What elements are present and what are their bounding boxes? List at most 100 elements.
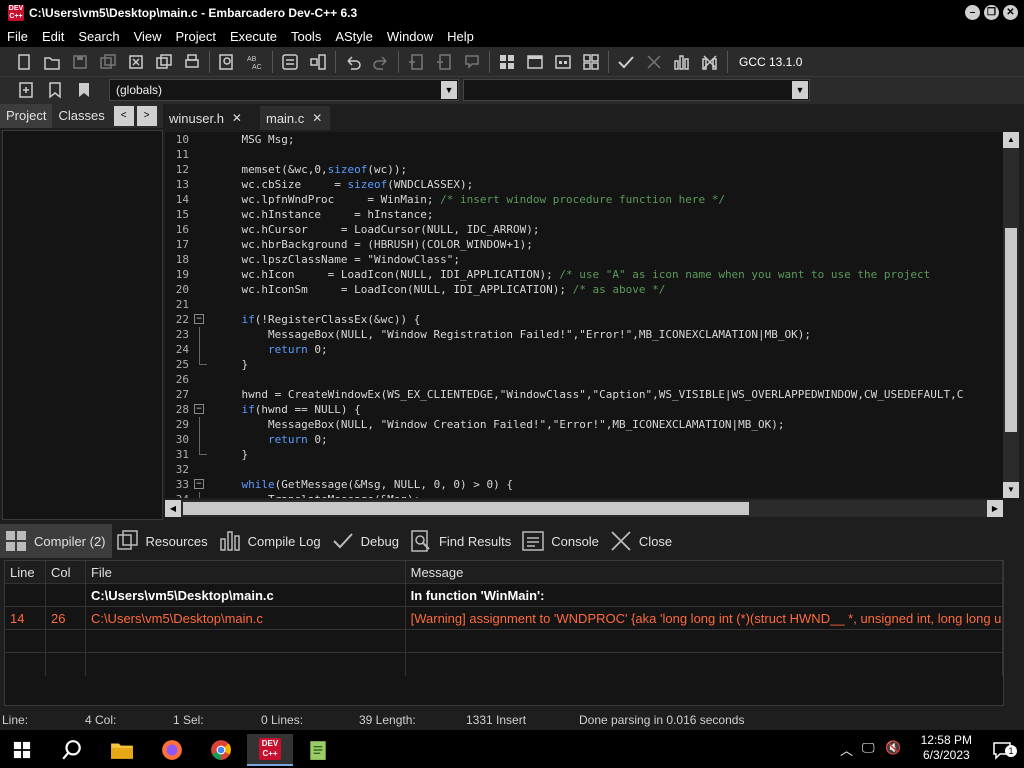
tab-resources[interactable]: Resources: [112, 524, 214, 558]
save-all-icon[interactable]: [97, 51, 119, 73]
menu-window[interactable]: Window: [380, 29, 440, 44]
close-icon[interactable]: ✕: [232, 111, 242, 125]
code-line[interactable]: 26: [165, 372, 1003, 387]
fold-toggle-icon[interactable]: −: [194, 404, 204, 414]
code-line[interactable]: 20 wc.hIconSm = LoadIcon(NULL, IDI_APPLI…: [165, 282, 1003, 297]
menu-tools[interactable]: Tools: [284, 29, 328, 44]
tab-project[interactable]: Project: [0, 104, 53, 128]
code-line[interactable]: 10 MSG Msg;: [165, 132, 1003, 147]
scroll-left-icon[interactable]: ◀: [165, 500, 181, 517]
tab-find-results[interactable]: Find Results: [405, 524, 517, 558]
profile-icon[interactable]: [671, 51, 693, 73]
file-explorer-icon[interactable]: [102, 734, 142, 766]
code-line[interactable]: 13 wc.cbSize = sizeof(WNDCLASSEX);: [165, 177, 1003, 192]
code-line[interactable]: 30 return 0;: [165, 432, 1003, 447]
header-file[interactable]: File: [86, 561, 406, 583]
menu-view[interactable]: View: [127, 29, 169, 44]
tab-compiler[interactable]: Compiler (2): [0, 524, 112, 558]
code-line[interactable]: 15 wc.hInstance = hInstance;: [165, 207, 1003, 222]
tab-console[interactable]: Console: [517, 524, 605, 558]
menu-astyle[interactable]: AStyle: [328, 29, 380, 44]
new-project-icon[interactable]: [405, 51, 427, 73]
tab-debug[interactable]: Debug: [327, 524, 405, 558]
code-line[interactable]: 34 TranslateMessage(&Msg);: [165, 492, 1003, 498]
menu-project[interactable]: Project: [169, 29, 223, 44]
remove-project-icon[interactable]: [433, 51, 455, 73]
goto-bookmark-icon[interactable]: [73, 79, 95, 101]
firefox-icon[interactable]: [152, 734, 192, 766]
scroll-up-icon[interactable]: ▲: [1003, 132, 1019, 148]
project-tree[interactable]: [2, 130, 163, 520]
search-icon[interactable]: [52, 734, 92, 766]
menu-edit[interactable]: Edit: [35, 29, 71, 44]
compiler-messages-grid[interactable]: Line Col File Message C:\Users\vm5\Deskt…: [4, 560, 1004, 706]
chevron-down-icon[interactable]: ▼: [441, 81, 457, 99]
code-line[interactable]: 18 wc.lpszClassName = "WindowClass";: [165, 252, 1003, 267]
scroll-thumb[interactable]: [183, 502, 749, 515]
scroll-thumb[interactable]: [1005, 228, 1017, 432]
code-line[interactable]: 14 wc.lpfnWndProc = WinMain; /* insert w…: [165, 192, 1003, 207]
code-line[interactable]: 11: [165, 147, 1003, 162]
goto-function-icon[interactable]: [307, 51, 329, 73]
compile-icon[interactable]: [496, 51, 518, 73]
windows-start-icon[interactable]: [2, 734, 42, 766]
menu-execute[interactable]: Execute: [223, 29, 284, 44]
scroll-right-icon[interactable]: ▶: [987, 500, 1003, 517]
new-file-icon[interactable]: [13, 51, 35, 73]
run-icon[interactable]: [524, 51, 546, 73]
fold-toggle-icon[interactable]: −: [194, 314, 204, 324]
delete-profile-icon[interactable]: [699, 51, 721, 73]
syntax-check-icon[interactable]: [615, 51, 637, 73]
scroll-down-icon[interactable]: ▼: [1003, 482, 1019, 498]
tab-main-c[interactable]: main.c ✕: [259, 106, 331, 130]
close-icon[interactable]: ✕: [312, 111, 322, 125]
stop-execution-icon[interactable]: [643, 51, 665, 73]
maximize-button[interactable]: ❐: [984, 5, 999, 20]
header-col[interactable]: Col: [46, 561, 86, 583]
menu-search[interactable]: Search: [71, 29, 126, 44]
member-combo[interactable]: ▼: [463, 79, 810, 101]
chrome-icon[interactable]: [201, 734, 241, 766]
taskbar-clock[interactable]: 12:58 PM 6/3/2023: [921, 733, 972, 763]
volume-muted-icon[interactable]: 🔇: [885, 740, 901, 756]
save-icon[interactable]: [69, 51, 91, 73]
chevron-up-icon[interactable]: ︿: [840, 740, 853, 759]
close-window-button[interactable]: ✕: [1003, 5, 1018, 20]
tab-scroll-left-button[interactable]: <: [113, 106, 134, 126]
rebuild-icon[interactable]: [580, 51, 602, 73]
print-icon[interactable]: [181, 51, 203, 73]
menu-help[interactable]: Help: [440, 29, 481, 44]
code-line[interactable]: 16 wc.hCursor = LoadCursor(NULL, IDC_ARR…: [165, 222, 1003, 237]
editor-vertical-scrollbar[interactable]: ▲ ▼: [1003, 132, 1019, 498]
close-file-icon[interactable]: [125, 51, 147, 73]
tab-compile-log[interactable]: Compile Log: [214, 524, 327, 558]
goto-line-icon[interactable]: [279, 51, 301, 73]
table-row[interactable]: C:\Users\vm5\Desktop\main.c In function …: [5, 584, 1003, 607]
open-folder-icon[interactable]: [41, 51, 63, 73]
tab-winuser-h[interactable]: winuser.h ✕: [163, 106, 250, 130]
network-icon[interactable]: 🖵: [862, 740, 875, 756]
find-icon[interactable]: [216, 51, 238, 73]
code-line[interactable]: 28− if(hwnd == NULL) {: [165, 402, 1003, 417]
code-line[interactable]: 25 }: [165, 357, 1003, 372]
undo-icon[interactable]: [342, 51, 364, 73]
tab-scroll-right-button[interactable]: >: [136, 106, 157, 126]
toggle-bookmark-icon[interactable]: [44, 79, 66, 101]
table-row[interactable]: 14 26 C:\Users\vm5\Desktop\main.c [Warni…: [5, 607, 1003, 630]
compiler-selector[interactable]: GCC 13.1.0: [739, 55, 802, 69]
code-line[interactable]: 32: [165, 462, 1003, 477]
project-options-icon[interactable]: [461, 51, 483, 73]
code-line[interactable]: 33− while(GetMessage(&Msg, NULL, 0, 0) >…: [165, 477, 1003, 492]
notification-icon[interactable]: 1: [982, 734, 1022, 766]
code-line[interactable]: 27 hwnd = CreateWindowEx(WS_EX_CLIENTEDG…: [165, 387, 1003, 402]
devcpp-taskbar-icon[interactable]: DEV C++: [247, 734, 293, 766]
chevron-down-icon[interactable]: ▼: [792, 81, 808, 99]
code-line[interactable]: 17 wc.hbrBackground = (HBRUSH)(COLOR_WIN…: [165, 237, 1003, 252]
insert-icon[interactable]: [15, 79, 37, 101]
notepad-icon[interactable]: [298, 734, 338, 766]
tab-classes[interactable]: Classes: [52, 104, 110, 128]
code-line[interactable]: 21: [165, 297, 1003, 312]
redo-icon[interactable]: [370, 51, 392, 73]
code-line[interactable]: 12 memset(&wc,0,sizeof(wc));: [165, 162, 1003, 177]
code-line[interactable]: 22− if(!RegisterClassEx(&wc)) {: [165, 312, 1003, 327]
